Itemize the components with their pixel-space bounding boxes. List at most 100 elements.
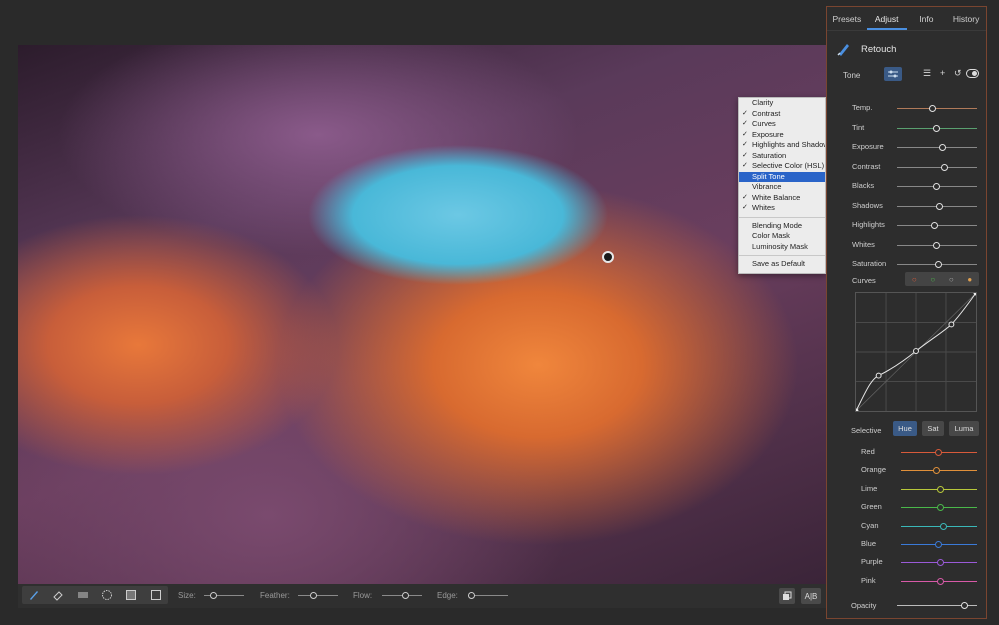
layers-icon[interactable] [779, 588, 795, 604]
slider-cyan[interactable]: Cyan [827, 519, 988, 533]
slider-track[interactable] [897, 241, 977, 249]
opacity-slider[interactable] [827, 598, 988, 612]
slider-knob[interactable] [940, 522, 948, 530]
selective-luma-button[interactable]: Luma [949, 421, 979, 436]
slider-whites[interactable]: Whites [827, 238, 988, 252]
size-knob[interactable] [210, 592, 217, 599]
slider-track[interactable] [897, 163, 977, 171]
toggle-visibility-icon[interactable] [966, 69, 979, 78]
menu-item[interactable]: ✓ Exposure [739, 130, 825, 141]
slider-track[interactable] [897, 222, 977, 229]
edge-knob[interactable] [468, 592, 475, 599]
green-channel-icon[interactable]: ○ [930, 275, 935, 284]
slider-highlights[interactable]: Highlights [827, 218, 988, 232]
edge-slider[interactable] [468, 592, 508, 599]
slider-knob[interactable] [932, 467, 940, 475]
slider-temp[interactable]: Temp. [827, 101, 988, 115]
menu-item-save-default[interactable]: Save as Default [739, 259, 825, 270]
menu-item[interactable]: ✓ Saturation [739, 151, 825, 162]
menu-item[interactable]: Blending Mode [739, 221, 825, 232]
slider-orange[interactable]: Orange [827, 463, 988, 477]
slider-green[interactable]: Green [827, 500, 988, 514]
slider-track[interactable] [901, 522, 977, 530]
slider-pink[interactable]: Pink [827, 574, 988, 588]
opacity-track[interactable] [897, 602, 977, 609]
slider-knob[interactable] [936, 559, 944, 567]
slider-contrast[interactable]: Contrast [827, 160, 988, 174]
menu-item[interactable]: ✓ Selective Color (HSL) [739, 161, 825, 172]
slider-track[interactable] [897, 144, 977, 151]
slider-blacks[interactable]: Blacks [827, 179, 988, 193]
slider-knob[interactable] [933, 183, 940, 190]
slider-track[interactable] [897, 105, 977, 112]
slider-knob[interactable] [936, 485, 944, 493]
sliders-icon[interactable] [884, 67, 902, 81]
slider-lime[interactable]: Lime [827, 482, 988, 496]
undo-icon[interactable]: ↺ [954, 68, 962, 79]
menu-item[interactable]: Color Mask [739, 231, 825, 242]
tab-info[interactable]: Info [907, 7, 947, 30]
brush-pin-marker[interactable] [602, 251, 614, 263]
menu-item[interactable]: Clarity [739, 98, 825, 109]
menu-item[interactable]: ✓ Highlights and Shadows [739, 140, 825, 151]
slider-knob[interactable] [936, 202, 944, 210]
menu-item[interactable]: Vibrance [739, 182, 825, 193]
tab-adjust[interactable]: Adjust [866, 7, 907, 30]
curve-point[interactable] [948, 321, 955, 328]
feather-knob[interactable] [310, 592, 317, 599]
rgb-channel-icon[interactable]: ● [967, 275, 972, 284]
flow-slider[interactable] [382, 592, 422, 599]
tab-history[interactable]: History [946, 7, 986, 30]
slider-knob[interactable] [941, 163, 948, 171]
slider-track[interactable] [897, 202, 977, 210]
radial-icon[interactable] [100, 588, 114, 602]
slider-track[interactable] [897, 124, 977, 132]
slider-track[interactable] [901, 449, 977, 456]
slider-knob[interactable] [933, 241, 940, 249]
menu-item[interactable]: ✓ Whites [739, 203, 825, 214]
photo-canvas[interactable] [18, 45, 828, 585]
list-icon[interactable]: ☰ [923, 68, 931, 79]
slider-saturation[interactable]: Saturation [827, 257, 988, 271]
slider-track[interactable] [897, 183, 977, 190]
feather-slider[interactable] [298, 592, 338, 599]
slider-knob[interactable] [935, 449, 942, 456]
slider-track[interactable] [901, 485, 977, 493]
selective-sat-button[interactable]: Sat [922, 421, 944, 436]
slider-blue[interactable]: Blue [827, 537, 988, 551]
menu-item[interactable]: ✓ White Balance [739, 193, 825, 204]
slider-track[interactable] [901, 504, 977, 512]
selective-hue-button[interactable]: Hue [893, 421, 917, 436]
menu-item[interactable]: Split Tone [739, 171, 825, 182]
slider-knob[interactable] [936, 504, 944, 512]
slider-knob[interactable] [936, 577, 944, 585]
slider-track[interactable] [901, 467, 977, 475]
slider-track[interactable] [901, 559, 977, 567]
curve-point[interactable] [875, 372, 882, 379]
brush-icon[interactable] [27, 588, 41, 602]
slider-purple[interactable]: Purple [827, 555, 988, 569]
curves-graph[interactable] [855, 292, 977, 412]
eraser-icon[interactable] [51, 588, 65, 602]
plus-icon[interactable]: + [940, 68, 945, 78]
slider-track[interactable] [897, 261, 977, 268]
menu-item[interactable]: ✓ Contrast [739, 109, 825, 120]
menu-item[interactable]: Luminosity Mask [739, 242, 825, 253]
slider-knob[interactable] [933, 124, 940, 132]
size-slider[interactable] [204, 592, 244, 599]
slider-knob[interactable] [934, 261, 942, 268]
slider-knob[interactable] [938, 144, 946, 151]
slider-knob[interactable] [929, 105, 936, 112]
slider-shadows[interactable]: Shadows [827, 199, 988, 213]
opacity-knob[interactable] [961, 602, 968, 609]
slider-track[interactable] [901, 577, 977, 585]
blue-channel-icon[interactable]: ○ [949, 275, 954, 284]
curve-point[interactable] [913, 348, 919, 354]
slider-track[interactable] [901, 541, 977, 548]
slider-exposure[interactable]: Exposure [827, 140, 988, 154]
slider-red[interactable]: Red [827, 445, 988, 459]
ab-compare-button[interactable]: A|B [801, 588, 821, 604]
tab-presets[interactable]: Presets [827, 7, 867, 30]
menu-item[interactable]: ✓ Curves [739, 119, 825, 130]
red-channel-icon[interactable]: ○ [912, 275, 917, 284]
